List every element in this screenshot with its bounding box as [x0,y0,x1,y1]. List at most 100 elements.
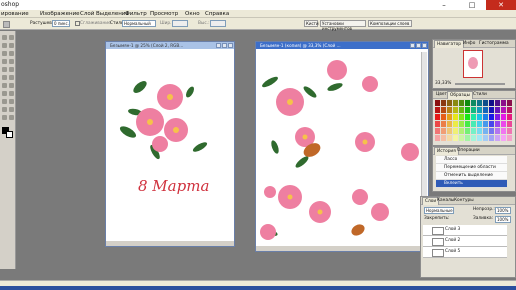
color-swatch[interactable] [435,121,440,127]
color-swatch[interactable] [501,121,506,127]
lasso-icon[interactable] [2,43,7,48]
minimize-icon[interactable] [410,43,415,48]
minimize-icon[interactable] [216,43,221,48]
color-swatch[interactable] [495,135,500,141]
layer-row[interactable]: Слой 5 [423,247,507,258]
tab-brushes[interactable]: Кисти [304,20,319,27]
color-swatch[interactable] [477,135,482,141]
menu-filter[interactable]: Фильтр [125,10,147,18]
color-swatch[interactable] [441,121,446,127]
tab-histogram[interactable]: Гистограмма [477,40,511,47]
color-swatch[interactable] [465,114,470,120]
marquee-icon[interactable] [2,35,7,40]
hand-icon[interactable] [2,115,7,120]
move-icon[interactable] [9,35,14,40]
color-swatch[interactable] [447,107,452,113]
width-input[interactable] [172,20,188,27]
color-swatch[interactable] [453,107,458,113]
color-swatch[interactable] [453,100,458,106]
menu-window[interactable]: Окно [185,10,200,18]
color-swatch[interactable] [483,135,488,141]
color-swatch[interactable] [477,114,482,120]
color-swatch[interactable] [477,107,482,113]
layer-row[interactable]: Слой 3 [423,225,507,236]
color-swatch[interactable] [441,100,446,106]
pen-icon[interactable] [2,99,7,104]
brush-icon[interactable] [9,59,14,64]
color-swatch[interactable] [507,114,512,120]
color-swatch[interactable] [483,107,488,113]
close-icon[interactable] [422,43,427,48]
tab-info[interactable]: Инфо [461,40,477,47]
color-swatch[interactable] [507,121,512,127]
history-brush-icon[interactable] [9,67,14,72]
tab-navigator[interactable]: Навигатор [434,40,464,48]
color-swatch[interactable] [447,128,452,134]
history-item[interactable]: Лассо [436,156,507,164]
color-swatch[interactable] [477,121,482,127]
type-icon[interactable] [9,91,14,96]
color-swatch[interactable] [465,128,470,134]
tab-paths[interactable]: Контуры [452,197,476,204]
menu-view[interactable]: Просмотр [150,10,178,18]
color-swatch[interactable] [471,121,476,127]
navigator-zoom-value[interactable]: 33,33% [435,81,451,87]
document-1-canvas[interactable]: 8 Марта [110,52,228,240]
color-swatch[interactable] [489,128,494,134]
color-swatch[interactable] [477,128,482,134]
maximize-icon[interactable] [416,43,421,48]
opacity-input[interactable]: 100% [495,207,511,214]
tab-styles[interactable]: Стили [471,91,489,98]
color-swatch[interactable] [501,128,506,134]
color-swatch[interactable] [483,114,488,120]
navigator-thumbnail[interactable] [463,50,483,78]
history-item-selected[interactable]: Вклеить [436,180,507,188]
color-swatch[interactable] [495,107,500,113]
color-swatch[interactable] [507,100,512,106]
blend-mode-select[interactable]: Нормальные [424,207,454,214]
menu-image[interactable]: Изображение [40,10,80,18]
color-swatch[interactable] [465,107,470,113]
color-swatch[interactable] [459,114,464,120]
color-swatch[interactable] [489,121,494,127]
color-swatch[interactable] [453,121,458,127]
gradient-icon[interactable] [9,75,14,80]
height-input[interactable] [210,20,226,27]
color-swatch[interactable] [489,114,494,120]
minimize-button[interactable]: – [430,0,458,10]
color-swatch[interactable] [459,121,464,127]
path-select-icon[interactable] [2,91,7,96]
menu-help[interactable]: Справка [205,10,229,18]
color-swatch[interactable] [465,100,470,106]
color-swatch[interactable] [465,121,470,127]
history-item[interactable]: Отменить выделение [436,172,507,180]
color-swatch[interactable] [453,128,458,134]
color-swatch[interactable] [507,107,512,113]
tab-actions[interactable]: Операции [455,147,482,154]
color-swatch[interactable] [489,100,494,106]
color-swatch[interactable] [465,135,470,141]
color-swatch[interactable] [471,128,476,134]
document-2-canvas[interactable] [260,52,420,245]
color-swatch[interactable] [459,100,464,106]
document-2-title[interactable]: Безымян-1 (копия) @ 33,3% (Слой ... [256,42,428,49]
color-swatch[interactable] [435,100,440,106]
color-swatch[interactable] [507,128,512,134]
stamp-icon[interactable] [2,67,7,72]
color-swatch[interactable] [495,100,500,106]
feather-input[interactable]: 0 пикс. [52,20,70,27]
color-swatch[interactable] [507,135,512,141]
maximize-icon[interactable] [222,43,227,48]
background-color-swatch[interactable] [6,131,13,138]
color-swatch[interactable] [459,135,464,141]
color-swatch[interactable] [441,128,446,134]
crop-icon[interactable] [2,51,7,56]
color-swatch[interactable] [453,135,458,141]
menu-layer[interactable]: Слой [80,10,94,18]
layer-row[interactable]: Слой 2 [423,236,507,247]
color-swatch[interactable] [495,128,500,134]
document-window-2[interactable]: Безымян-1 (копия) @ 33,3% (Слой ... [255,41,429,252]
color-swatch[interactable] [435,107,440,113]
color-swatch[interactable] [489,135,494,141]
style-select[interactable]: Нормальный [122,20,156,27]
